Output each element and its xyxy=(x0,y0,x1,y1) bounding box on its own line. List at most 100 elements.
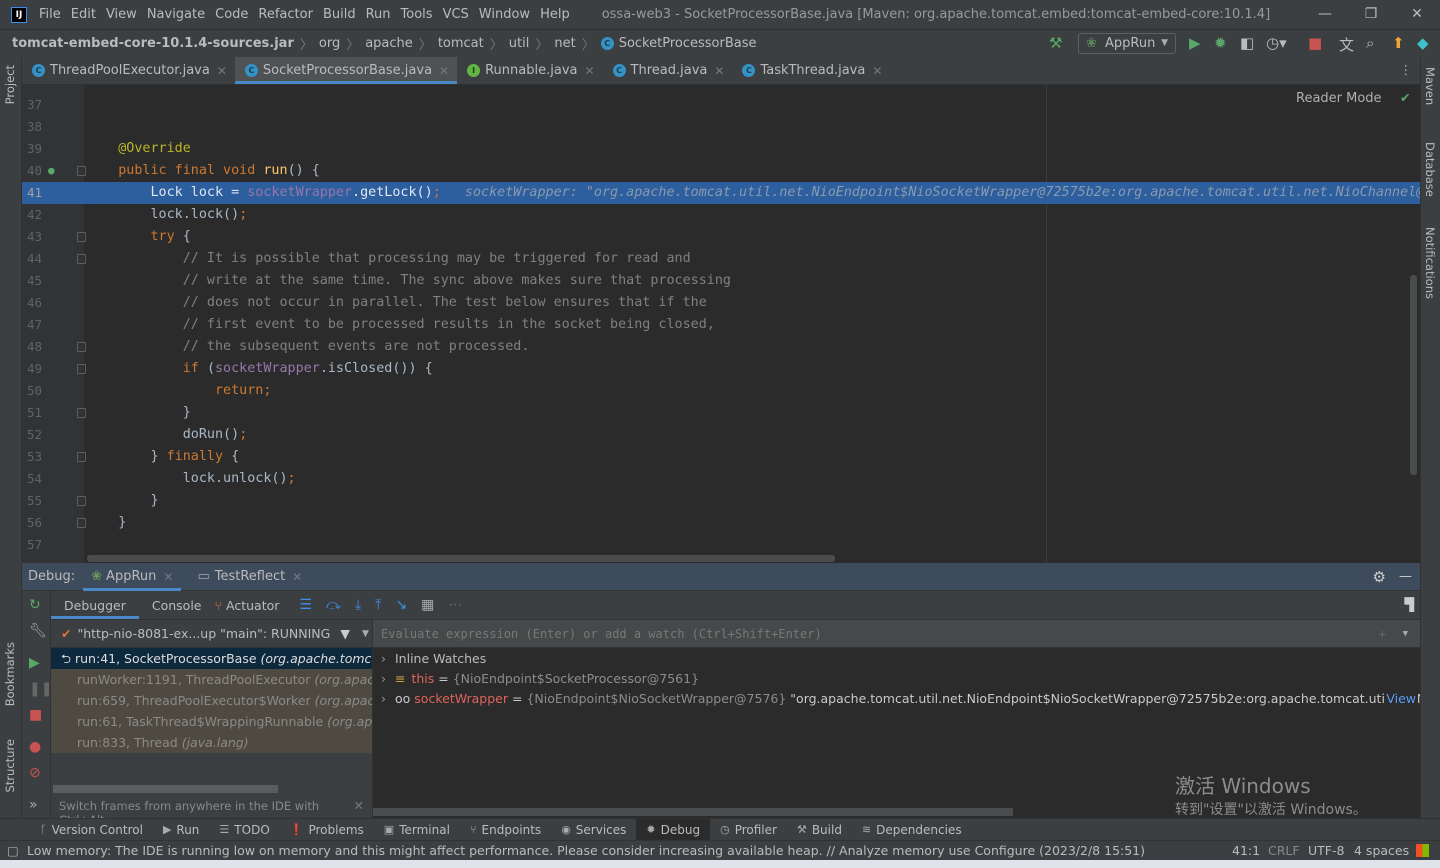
stop-icon[interactable]: ■ xyxy=(29,707,42,723)
fold-marker-icon[interactable] xyxy=(77,254,86,264)
expand-icon[interactable]: › xyxy=(381,671,386,686)
layout-icon[interactable]: ▜ xyxy=(1404,597,1414,612)
add-watch-icon[interactable]: + xyxy=(1379,620,1386,648)
breadcrumb-jar[interactable]: tomcat-embed-core-10.1.4-sources.jar xyxy=(12,36,294,51)
tab-taskthread[interactable]: C TaskThread.java ✕ xyxy=(732,57,890,84)
line-number[interactable]: 55 xyxy=(22,490,64,512)
code-line[interactable]: 44 // It is possible that processing may… xyxy=(22,248,1420,270)
line-number[interactable]: 38 xyxy=(22,116,64,138)
fold-marker-icon[interactable] xyxy=(77,408,86,418)
build-hammer-icon[interactable]: ⚒ xyxy=(1049,34,1062,52)
expand-icon[interactable]: › xyxy=(381,651,386,666)
close-tab-icon[interactable]: ✕ xyxy=(714,64,724,78)
maven-tool-button[interactable]: Maven xyxy=(1423,67,1437,105)
line-number[interactable]: 46 xyxy=(22,292,64,314)
line-number[interactable]: 48 xyxy=(22,336,64,358)
coverage-icon[interactable]: ◧ xyxy=(1240,34,1254,52)
tab-runnable[interactable]: I Runnable.java ✕ xyxy=(457,57,602,84)
fold-marker-icon[interactable] xyxy=(77,452,86,462)
bookmarks-tool-button[interactable]: Bookmarks xyxy=(3,642,17,706)
trace-stream-icon[interactable]: ⋯ xyxy=(441,591,469,619)
close-tab-icon[interactable]: ✕ xyxy=(872,64,882,78)
breadcrumb-apache[interactable]: apache xyxy=(365,36,413,51)
minimize-panel-icon[interactable]: — xyxy=(1399,569,1412,584)
code-line[interactable]: 52 doRun(); xyxy=(22,424,1420,446)
close-tip-icon[interactable]: ✕ xyxy=(354,798,364,813)
tool-dependencies[interactable]: ≋ Dependencies xyxy=(852,819,972,841)
code-line[interactable]: 45 // write at the same time. The sync a… xyxy=(22,270,1420,292)
breadcrumb-class[interactable]: SocketProcessorBase xyxy=(619,36,757,51)
vertical-scrollbar[interactable] xyxy=(1410,275,1417,475)
tab-threadpoolexecutor[interactable]: C ThreadPoolExecutor.java ✕ xyxy=(22,57,235,84)
implements-method-icon[interactable]: ● xyxy=(48,160,55,182)
variable-row[interactable]: › oo socketWrapper = {NioEndpoint$NioSocke… xyxy=(373,689,1420,709)
minimize-button[interactable]: — xyxy=(1302,0,1348,29)
tool-debug[interactable]: ✹ Debug xyxy=(636,818,711,841)
tab-socketprocessorbase[interactable]: C SocketProcessorBase.java ✕ xyxy=(234,57,458,84)
menu-help[interactable]: Help xyxy=(540,7,570,22)
reader-mode-button[interactable]: Reader Mode xyxy=(1296,91,1382,106)
file-encoding[interactable]: UTF-8 xyxy=(1308,841,1344,860)
tab-thread[interactable]: C Thread.java ✕ xyxy=(603,57,733,84)
code-line[interactable]: 40 ● public final void run() { xyxy=(22,160,1420,182)
fold-marker-icon[interactable] xyxy=(77,342,86,352)
fold-marker-icon[interactable] xyxy=(77,496,86,506)
debug-bug-icon[interactable]: ✹ xyxy=(1214,34,1227,52)
menu-edit[interactable]: Edit xyxy=(71,7,96,22)
line-number[interactable]: 57 xyxy=(22,534,64,556)
menu-view[interactable]: View xyxy=(106,7,137,22)
gear-icon[interactable]: ⚙ xyxy=(1373,568,1386,586)
line-number[interactable]: 45 xyxy=(22,270,64,292)
fold-marker-icon[interactable] xyxy=(77,364,86,374)
line-number[interactable]: 39 xyxy=(22,138,64,160)
run-config-select[interactable]: ❀ AppRun ▼ xyxy=(1078,33,1176,54)
code-line[interactable]: 48 // the subsequent events are not proc… xyxy=(22,336,1420,358)
code-line[interactable]: 41 Lock lock = socketWrapper.getLock(); … xyxy=(22,182,1420,204)
code-editor[interactable]: 37 38 39 @Override 40 ● public final void ru… xyxy=(22,85,1420,563)
structure-tool-button[interactable]: Structure xyxy=(3,739,17,793)
status-message[interactable]: Low memory: The IDE is running low on me… xyxy=(27,843,1145,858)
tab-debugger[interactable]: Debugger xyxy=(51,591,139,619)
code-line[interactable]: 55 } xyxy=(22,490,1420,512)
fold-marker-icon[interactable] xyxy=(77,232,86,242)
tab-console[interactable]: Console xyxy=(139,591,215,619)
run-to-cursor-icon[interactable]: ↘ xyxy=(388,591,414,619)
line-number[interactable]: 49 xyxy=(22,358,64,380)
menu-run[interactable]: Run xyxy=(366,7,391,22)
line-number[interactable]: 50 xyxy=(22,380,64,402)
code-line[interactable]: 54 lock.unlock(); xyxy=(22,468,1420,490)
tool-profiler[interactable]: ◷ Profiler xyxy=(710,819,787,841)
code-line[interactable]: 53 } finally { xyxy=(22,446,1420,468)
plugin-icon[interactable]: ◆ xyxy=(1417,34,1429,52)
stack-frame[interactable]: ⮌ run:41, SocketProcessorBase (org.apach… xyxy=(51,648,372,669)
menu-code[interactable]: Code xyxy=(215,7,248,22)
expand-icon[interactable]: › xyxy=(381,691,386,706)
line-number[interactable]: 42 xyxy=(22,204,64,226)
close-button[interactable]: ✕ xyxy=(1394,0,1440,29)
code-line[interactable]: 47 // first event to be processed result… xyxy=(22,314,1420,336)
search-icon[interactable]: ⌕ xyxy=(1366,34,1374,52)
code-line[interactable]: 49 if (socketWrapper.isClosed()) { xyxy=(22,358,1420,380)
code-line[interactable]: 50 return; xyxy=(22,380,1420,402)
line-number[interactable]: 53 xyxy=(22,446,64,468)
horizontal-scrollbar[interactable] xyxy=(87,555,835,562)
line-number[interactable]: 41 xyxy=(22,182,64,204)
line-number[interactable]: 40 xyxy=(22,160,64,182)
stack-frame[interactable]: runWorker:1191, ThreadPoolExecutor (org.… xyxy=(51,669,372,690)
stop-icon[interactable]: ■ xyxy=(1308,34,1322,52)
mute-breakpoints-icon[interactable]: ⊘ xyxy=(29,765,41,781)
close-tab-icon[interactable]: ✕ xyxy=(217,64,227,78)
menu-tools[interactable]: Tools xyxy=(401,7,433,22)
stack-frame[interactable]: run:833, Thread (java.lang) xyxy=(51,732,372,753)
variable-row[interactable]: › ≡ this = {NioEndpoint$SocketProcessor@75… xyxy=(373,669,1420,689)
profile-icon[interactable]: ◷▾ xyxy=(1266,34,1287,52)
code-line[interactable]: 57 xyxy=(22,534,1420,556)
code-line[interactable]: 43 try { xyxy=(22,226,1420,248)
tool-services[interactable]: ◉ Services xyxy=(551,819,636,841)
step-over-icon[interactable]: ⤼ xyxy=(319,591,348,619)
view-link[interactable]: View xyxy=(1384,689,1416,709)
line-number[interactable]: 44 xyxy=(22,248,64,270)
menu-vcs[interactable]: VCS xyxy=(443,7,469,22)
code-line[interactable]: 51 } xyxy=(22,402,1420,424)
tool-version-control[interactable]: ᚴ Version Control xyxy=(30,819,153,841)
